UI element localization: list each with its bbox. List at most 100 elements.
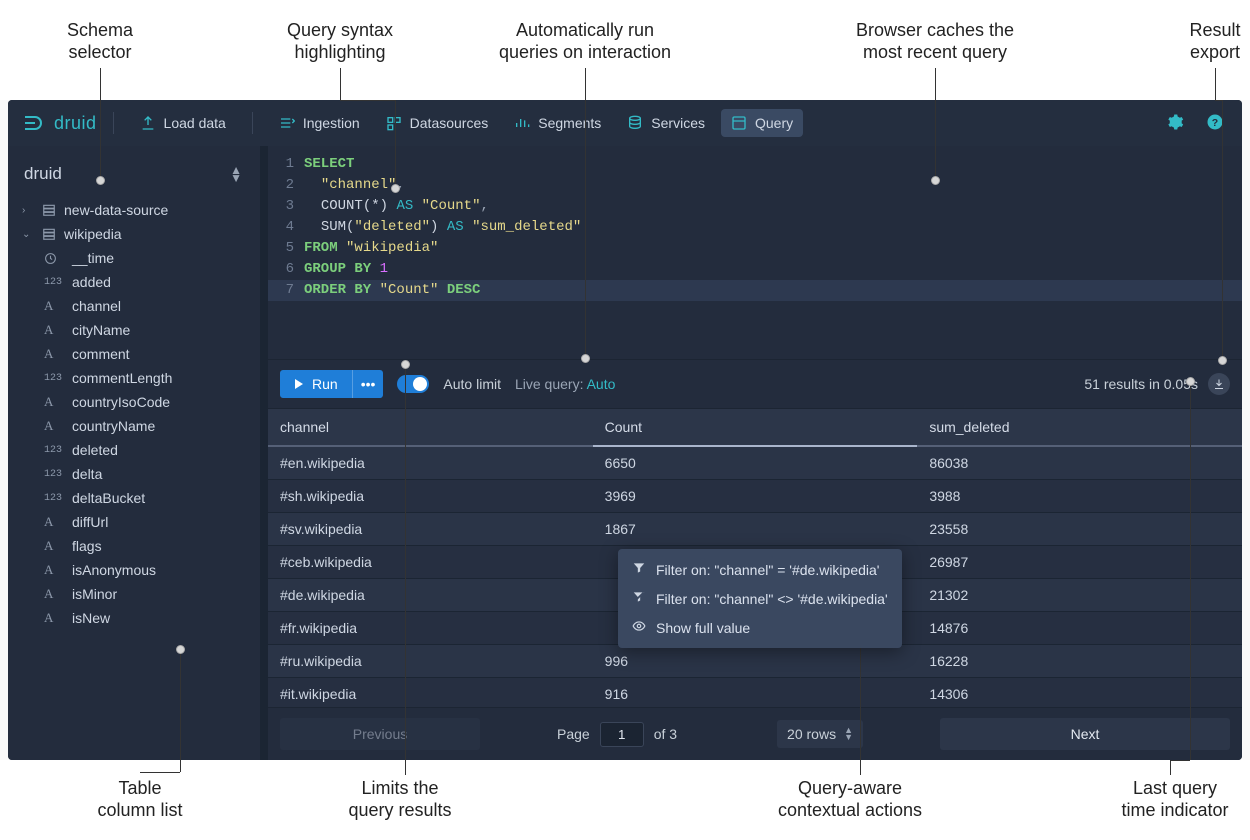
topnav: druid Load data Ingestion Datasources Se… — [8, 100, 1242, 146]
column-item[interactable]: AisAnonymous — [16, 558, 252, 582]
nav-load-data[interactable]: Load data — [130, 109, 236, 137]
table-cell[interactable]: 16228 — [917, 645, 1242, 678]
column-item[interactable]: AcityName — [16, 318, 252, 342]
column-item[interactable]: AdiffUrl — [16, 510, 252, 534]
type-icon: A — [44, 586, 64, 602]
menu-item-icon — [632, 619, 646, 636]
column-item[interactable]: AcountryName — [16, 414, 252, 438]
run-more-button[interactable]: ••• — [352, 370, 384, 398]
page-input[interactable] — [600, 722, 644, 747]
page-of: of 3 — [654, 726, 677, 742]
column-item[interactable]: Achannel — [16, 294, 252, 318]
datasource-item[interactable]: ⌄wikipedia — [16, 222, 252, 246]
table-cell[interactable]: #en.wikipedia — [268, 446, 593, 480]
database-icon — [627, 115, 643, 131]
column-item[interactable]: Aflags — [16, 534, 252, 558]
table-cell[interactable]: 996 — [593, 645, 918, 678]
table-cell[interactable]: #fr.wikipedia — [268, 612, 593, 645]
column-item[interactable]: 123delta — [16, 462, 252, 486]
column-item[interactable]: Acomment — [16, 342, 252, 366]
download-icon[interactable] — [1208, 373, 1230, 395]
table-cell[interactable]: 3969 — [593, 480, 918, 513]
table-cell[interactable]: #ceb.wikipedia — [268, 546, 593, 579]
logo[interactable]: druid — [22, 111, 97, 135]
column-item[interactable]: AisNew — [16, 606, 252, 630]
column-header[interactable]: channel — [268, 409, 593, 446]
run-button[interactable]: Run ••• — [280, 370, 383, 398]
table-cell[interactable]: 1867 — [593, 513, 918, 546]
context-menu[interactable]: Filter on: "channel" = '#de.wikipedia'Fi… — [618, 549, 902, 648]
column-header[interactable]: sum_deleted — [917, 409, 1242, 446]
type-icon: 123 — [44, 373, 64, 384]
table-cell[interactable]: 14306 — [917, 678, 1242, 708]
table-cell[interactable]: 21302 — [917, 579, 1242, 612]
table-row[interactable]: #it.wikipedia91614306 — [268, 678, 1242, 708]
help-icon[interactable]: ? — [1202, 109, 1228, 138]
column-item[interactable]: AcountryIsoCode — [16, 390, 252, 414]
gear-icon[interactable] — [1162, 109, 1188, 138]
type-icon: 123 — [44, 277, 64, 288]
column-header[interactable]: Count — [593, 409, 918, 446]
auto-limit-toggle[interactable] — [397, 375, 429, 393]
context-menu-item[interactable]: Filter on: "channel" <> '#de.wikipedia' — [618, 584, 902, 613]
svg-text:?: ? — [1212, 116, 1218, 128]
schema-selector[interactable]: druid ▲▼ — [16, 156, 252, 198]
type-icon — [44, 252, 64, 265]
table-cell[interactable]: 14876 — [917, 612, 1242, 645]
nav-query[interactable]: Query — [721, 109, 803, 137]
column-item[interactable]: AisMinor — [16, 582, 252, 606]
updown-icon: ▲▼ — [230, 166, 242, 182]
type-icon: A — [44, 346, 64, 362]
table-cell[interactable]: #it.wikipedia — [268, 678, 593, 708]
column-item[interactable]: 123commentLength — [16, 366, 252, 390]
nav-segments[interactable]: Segments — [504, 109, 611, 137]
schema-sidebar: druid ▲▼ ›new-data-source⌄wikipedia__tim… — [8, 146, 260, 760]
nav-ingestion[interactable]: Ingestion — [269, 109, 370, 137]
table-icon — [42, 227, 56, 241]
table-row[interactable]: #en.wikipedia665086038 — [268, 446, 1242, 480]
live-query-value[interactable]: Auto — [587, 376, 616, 392]
context-menu-item[interactable]: Show full value — [618, 613, 902, 642]
type-icon: 123 — [44, 469, 64, 480]
table-cell[interactable]: 26987 — [917, 546, 1242, 579]
type-icon: A — [44, 610, 64, 626]
column-item[interactable]: 123added — [16, 270, 252, 294]
result-status: 51 results in 0.05s — [1084, 376, 1198, 392]
table-cell[interactable]: 3988 — [917, 480, 1242, 513]
table-cell[interactable]: #sh.wikipedia — [268, 480, 593, 513]
pager: Previous Page of 3 20 rows ▲▼ Next — [268, 707, 1242, 760]
updown-icon: ▲▼ — [844, 727, 853, 741]
datasource-item[interactable]: ›new-data-source — [16, 198, 252, 222]
column-item[interactable]: 123deleted — [16, 438, 252, 462]
table-cell[interactable]: 6650 — [593, 446, 918, 480]
type-icon: A — [44, 538, 64, 554]
page-label: Page — [557, 726, 590, 742]
next-button[interactable]: Next — [940, 718, 1230, 750]
table-icon — [42, 203, 56, 217]
context-menu-item[interactable]: Filter on: "channel" = '#de.wikipedia' — [618, 555, 902, 584]
table-cell[interactable]: #de.wikipedia — [268, 579, 593, 612]
table-cell[interactable]: 23558 — [917, 513, 1242, 546]
annotations-bottom: Tablecolumn list Limits thequery results… — [0, 760, 1250, 840]
table-row[interactable]: #ru.wikipedia99616228 — [268, 645, 1242, 678]
column-item[interactable]: 123deltaBucket — [16, 486, 252, 510]
results-panel: channelCountsum_deleted #en.wikipedia665… — [268, 409, 1242, 707]
table-cell[interactable]: #ru.wikipedia — [268, 645, 593, 678]
play-icon — [294, 376, 304, 392]
query-workspace: 1SELECT2 "channel",3 COUNT(*) AS "Count"… — [268, 146, 1242, 760]
datasource-icon — [386, 115, 402, 131]
table-row[interactable]: #sv.wikipedia186723558 — [268, 513, 1242, 546]
column-item[interactable]: __time — [16, 246, 252, 270]
divider — [252, 112, 253, 134]
nav-services[interactable]: Services — [617, 109, 715, 137]
type-icon: A — [44, 562, 64, 578]
table-cell[interactable]: 86038 — [917, 446, 1242, 480]
table-cell[interactable]: #sv.wikipedia — [268, 513, 593, 546]
rows-per-page[interactable]: 20 rows ▲▼ — [777, 720, 863, 748]
upload-icon — [140, 115, 156, 131]
run-button-main[interactable]: Run — [280, 370, 352, 398]
table-row[interactable]: #sh.wikipedia3969 3988 — [268, 480, 1242, 513]
table-cell[interactable]: 916 — [593, 678, 918, 708]
sql-editor[interactable]: 1SELECT2 "channel",3 COUNT(*) AS "Count"… — [268, 146, 1242, 309]
prev-button[interactable]: Previous — [280, 718, 480, 750]
